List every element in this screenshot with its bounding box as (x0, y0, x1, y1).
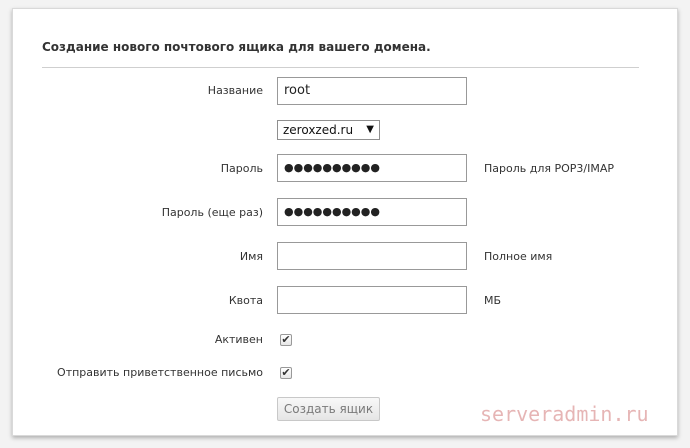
form-title: Создание нового почтового ящика для ваше… (42, 40, 431, 54)
name-label: Название (207, 84, 263, 97)
mailbox-name-input[interactable]: root (277, 77, 467, 105)
full-name-label: Имя (239, 250, 263, 263)
chevron-down-icon: ▼ (366, 124, 374, 135)
domain-select-value: zeroxzed.ru (283, 123, 354, 137)
password-hint: Пароль для POP3/IMAP (484, 162, 615, 175)
welcome-email-label: Отправить приветственное письмо (57, 366, 263, 379)
quota-unit: МБ (484, 294, 502, 307)
password-label: Пароль (220, 162, 263, 175)
create-mailbox-button[interactable]: Создать ящик (277, 397, 380, 421)
password-input[interactable]: ●●●●●●●●●● (277, 154, 467, 182)
domain-select[interactable]: zeroxzed.ru ▼ (277, 120, 380, 140)
password-repeat-label: Пароль (еще раз) (161, 206, 263, 219)
checkmark-icon: ✔ (281, 366, 291, 379)
quota-label: Квота (228, 294, 263, 307)
active-label: Активен (214, 333, 263, 346)
full-name-hint: Полное имя (484, 250, 553, 263)
quota-input[interactable] (277, 286, 467, 314)
welcome-email-checkbox[interactable]: ✔ (280, 367, 292, 379)
checkmark-icon: ✔ (281, 333, 291, 346)
full-name-input[interactable] (277, 242, 467, 270)
password-repeat-input[interactable]: ●●●●●●●●●● (277, 198, 467, 226)
title-divider (42, 67, 639, 68)
active-checkbox[interactable]: ✔ (280, 334, 292, 346)
watermark: serveradmin.ru (480, 402, 649, 426)
